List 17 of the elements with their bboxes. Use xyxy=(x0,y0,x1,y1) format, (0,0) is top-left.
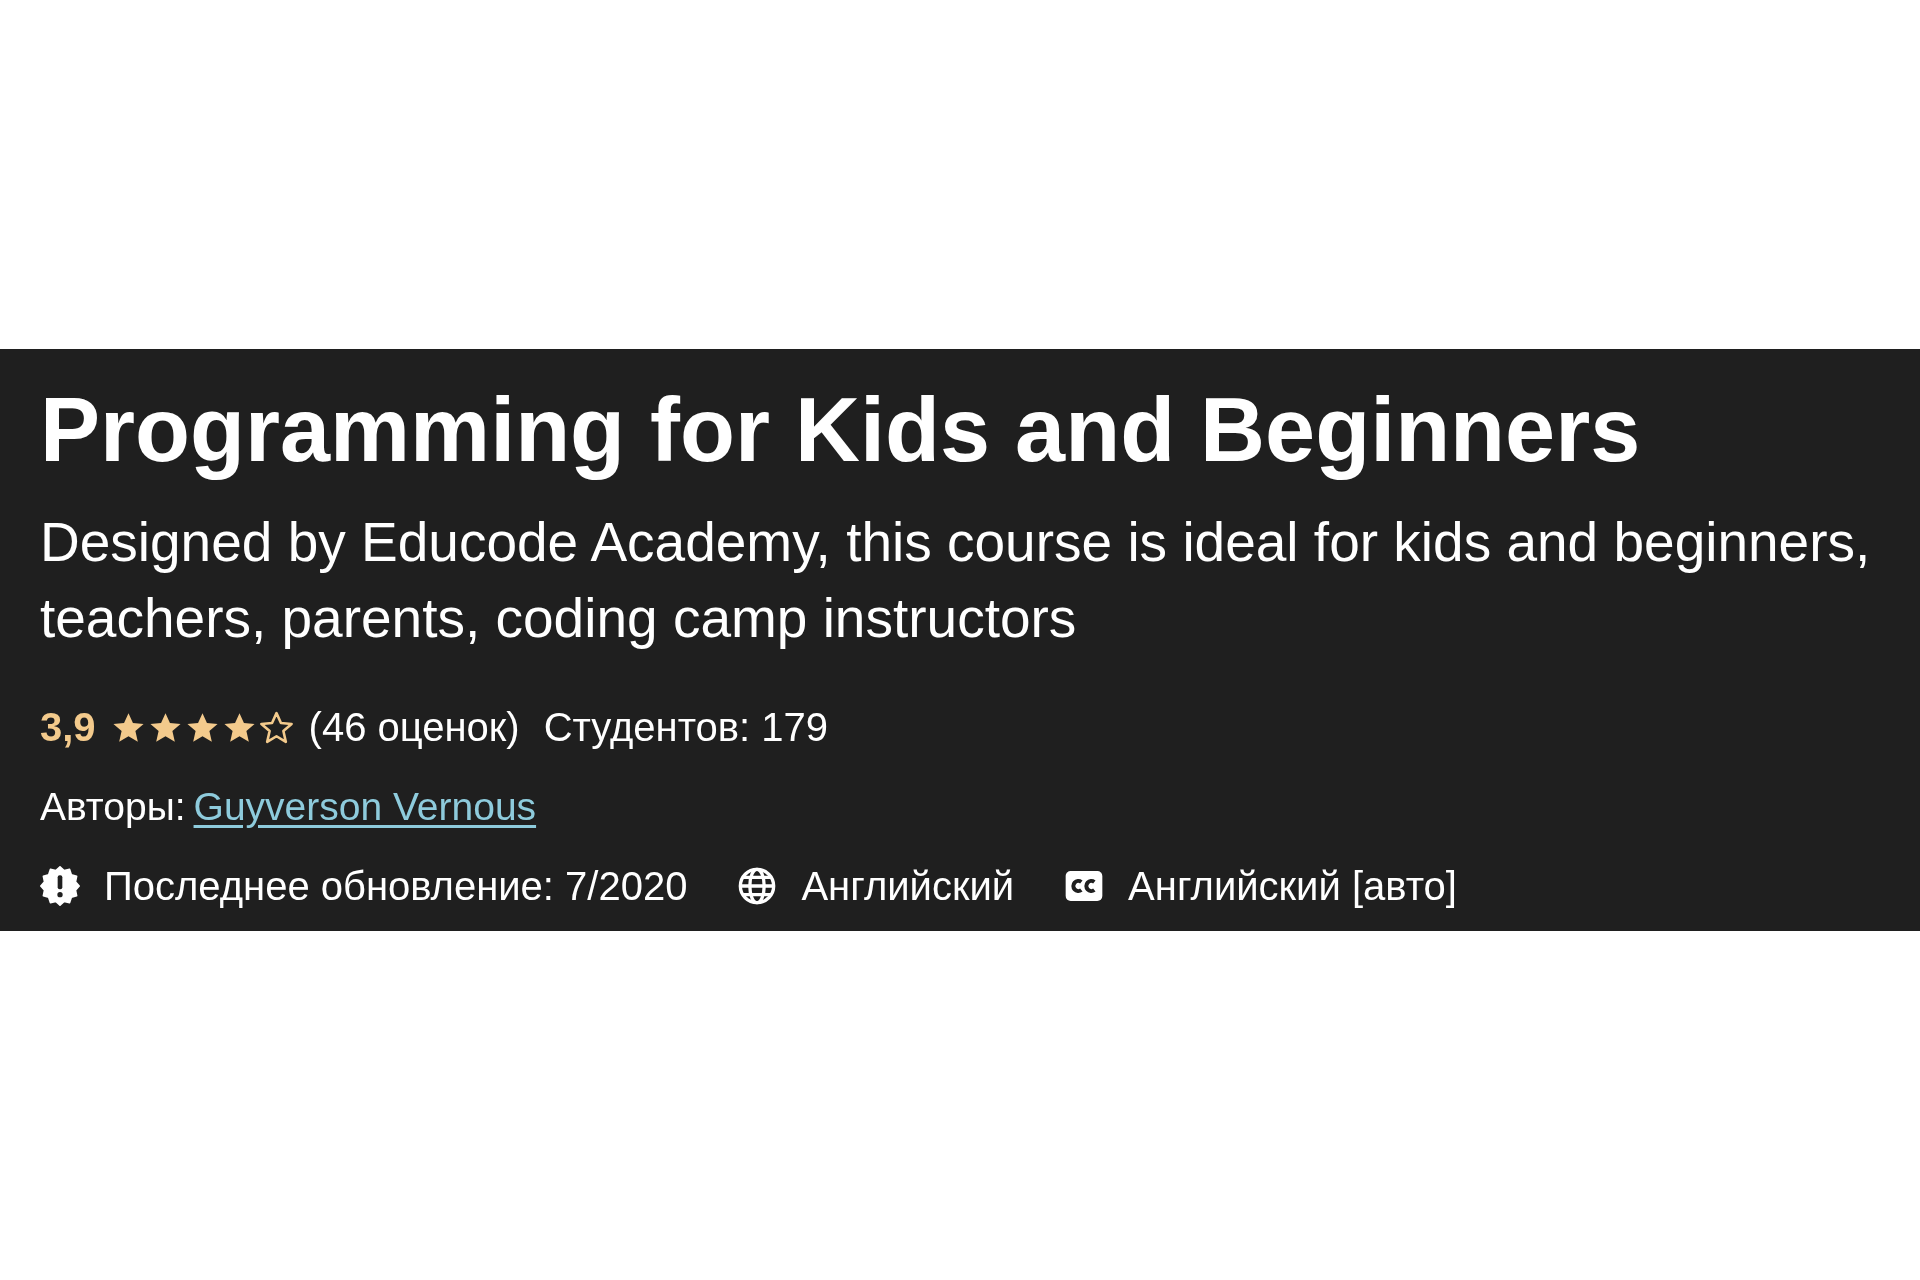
rating-count: (46 оценок) xyxy=(308,704,520,750)
meta-text: Последнее обновление: 7/2020 xyxy=(104,863,688,909)
author-link[interactable]: Guyverson Vernous xyxy=(193,784,537,830)
rating-score: 3,9 xyxy=(40,704,96,750)
star-icon xyxy=(148,710,182,744)
star-icon xyxy=(111,710,145,744)
globe-icon xyxy=(737,866,778,906)
alert-badge-icon xyxy=(40,866,80,906)
meta-text: Английский [авто] xyxy=(1128,863,1457,909)
meta-text: Английский xyxy=(801,863,1015,909)
authors-label: Авторы: xyxy=(40,784,186,830)
course-title: Programming for Kids and Beginners xyxy=(40,381,1642,480)
star-icon xyxy=(222,710,256,744)
star-outline-icon xyxy=(259,710,293,744)
course-subtitle: Designed by Educode Academy, this course is ideal for kids and beginners, teachers, parents, coding camp instructors xyxy=(40,510,1872,651)
star-icon xyxy=(185,710,219,744)
students-count: Студентов: 179 xyxy=(543,704,828,750)
